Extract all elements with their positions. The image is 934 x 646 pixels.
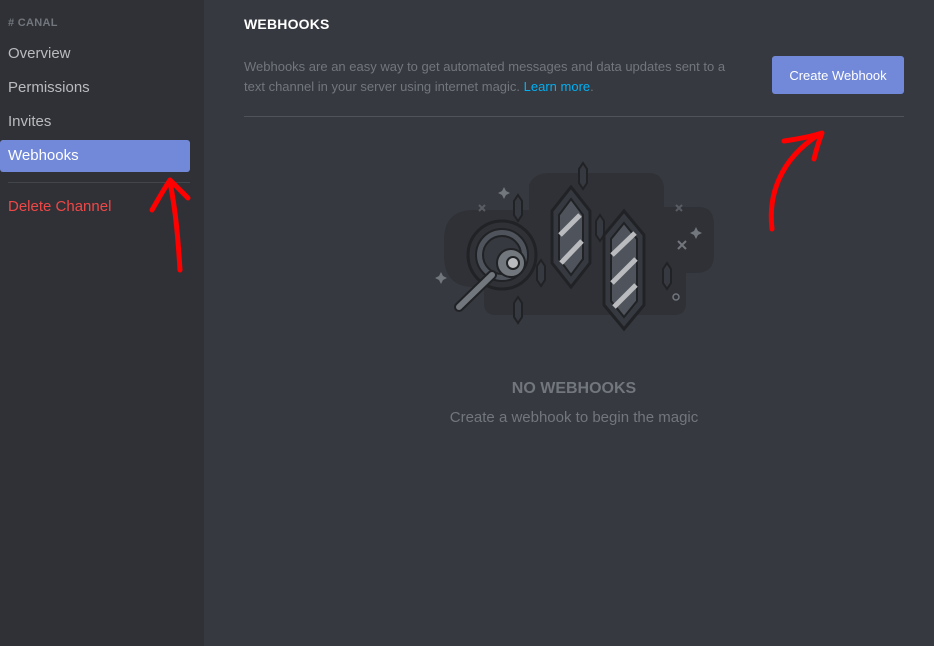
header-divider (244, 116, 904, 117)
sidebar-item-permissions[interactable]: Permissions (0, 72, 190, 104)
sidebar: # CANAL Overview Permissions Invites Web… (0, 0, 204, 646)
app-window: # CANAL Overview Permissions Invites Web… (0, 0, 934, 646)
empty-state-subtitle: Create a webhook to begin the magic (449, 409, 699, 426)
empty-webhooks-illustration (435, 161, 714, 332)
sidebar-divider (8, 182, 190, 183)
create-webhook-button[interactable]: Create Webhook (772, 56, 904, 94)
empty-state-title: NO WEBHOOKS (511, 380, 637, 397)
page-title: WEBHOOKS (244, 16, 330, 32)
sidebar-item-invites[interactable]: Invites (0, 106, 190, 138)
sidebar-item-webhooks[interactable]: Webhooks (0, 140, 190, 172)
description-text: Webhooks are an easy way to get automate… (244, 59, 726, 94)
sidebar-item-delete-channel[interactable]: Delete Channel (0, 191, 190, 223)
sidebar-channel-header: # CANAL (8, 17, 58, 29)
main-content: WEBHOOKS Webhooks are an easy way to get… (204, 0, 934, 646)
webhooks-description: Webhooks are an easy way to get automate… (244, 57, 744, 97)
description-period: . (590, 79, 594, 94)
sidebar-item-overview[interactable]: Overview (0, 38, 190, 70)
learn-more-link[interactable]: Learn more (524, 79, 590, 94)
